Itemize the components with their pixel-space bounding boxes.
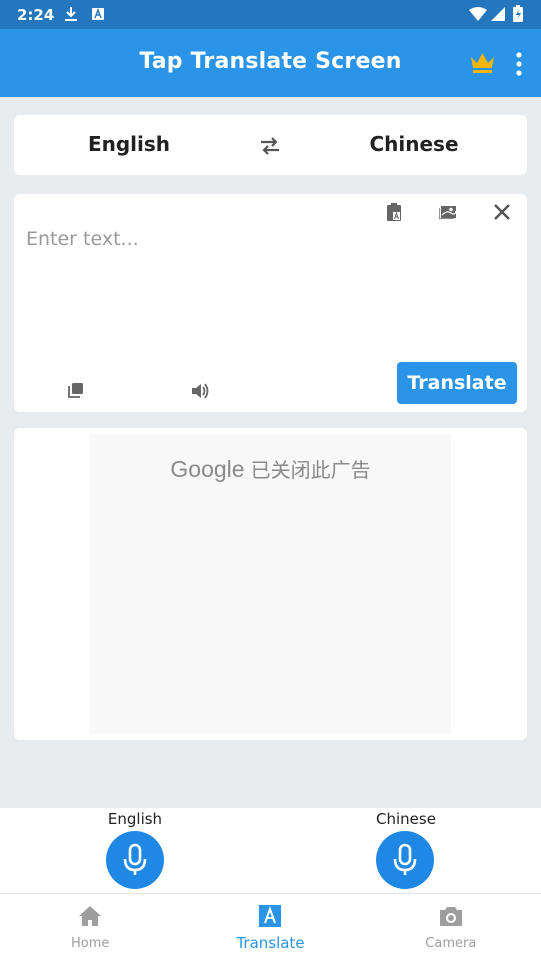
app-bar: Tap Translate Screen [0,29,541,97]
ad-closed-text: 已关闭此广告 [250,458,371,482]
language-selector: English Chinese [14,115,527,175]
source-language-button[interactable]: English [74,132,184,156]
close-icon[interactable] [493,203,511,221]
copy-icon[interactable] [68,383,83,398]
ad-closed-message: Google 已关闭此广告 [90,454,451,483]
mic-button-source[interactable] [106,831,164,889]
download-icon [65,7,77,21]
translate-button[interactable]: Translate [397,362,517,404]
input-card: Translate [14,194,527,412]
text-input[interactable] [26,228,506,348]
wifi-icon [469,7,487,21]
mic-button-target[interactable] [376,831,434,889]
voice-source-label: English [107,810,163,828]
camera-icon [439,904,463,928]
ad-placeholder: Google 已关闭此广告 [90,434,451,734]
tab-home-label: Home [70,936,110,951]
tab-camera-label: Camera [425,936,477,951]
google-logo: Google [170,456,245,482]
translate-icon [258,904,282,928]
swap-icon[interactable] [259,135,281,157]
status-time: 2:24 [17,6,55,24]
mic-icon [123,843,147,875]
image-translate-icon[interactable] [439,203,458,219]
bottom-navigation: Home Translate Camera [0,894,541,961]
ad-card: Google 已关闭此广告 [14,428,527,740]
voice-input-bar: English Chinese [0,808,541,894]
speaker-icon[interactable] [190,381,210,401]
mic-icon [393,843,417,875]
paste-icon[interactable] [387,203,401,221]
tab-translate-label: Translate [236,934,305,952]
tab-home[interactable]: Home [0,894,180,961]
text-a-icon [92,8,104,20]
signal-icon [491,7,505,21]
status-bar: 2:24 [0,0,541,29]
tab-camera[interactable]: Camera [361,894,541,961]
crown-icon[interactable] [469,51,496,75]
target-language-button[interactable]: Chinese [359,132,469,156]
home-icon [78,904,102,928]
tab-translate[interactable]: Translate [180,894,360,961]
voice-target-label: Chinese [376,810,436,828]
battery-charging-icon [513,5,523,22]
more-vert-icon[interactable] [512,51,526,77]
page-title: Tap Translate Screen [139,49,402,74]
